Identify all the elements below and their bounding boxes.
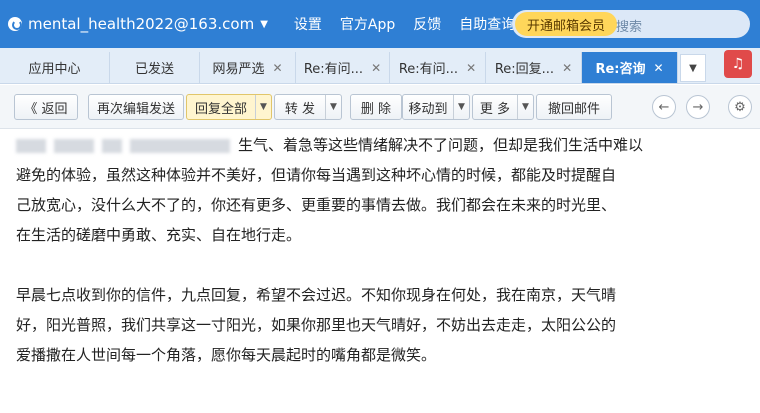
reedit-send-button[interactable]: 再次编辑发送 [88,94,184,120]
tab-label: Re:有问... [303,62,364,77]
music-icon[interactable]: ♫ [724,50,752,78]
tab-re-reply[interactable]: Re:回复... ✕ [486,52,582,83]
chevron-down-icon[interactable]: ▼ [517,95,533,119]
body-line: 避免的体验，虽然这种体验并不美好，但请你每当遇到这种坏心情的时候，都能及时提醒自 [16,166,617,184]
delete-button[interactable]: 删 除 [350,94,402,120]
body-line: 己放宽心，没什么大不了的，你还有更多、更重要的事情去做。我们都会在未来的时光里、 [16,196,617,214]
redacted-text [130,139,230,153]
close-icon[interactable]: ✕ [272,61,282,75]
top-nav: 设置 官方App 反馈 自助查询 [294,14,533,34]
more-label: 更 多 [479,101,511,117]
tab-label: Re:回复... [494,62,555,77]
reply-all-button[interactable]: 回复全部 ▼ [186,94,272,120]
top-header: mental_health2022@163.com ▼ 设置 官方App 反馈 … [0,0,760,48]
close-icon[interactable]: ✕ [653,61,663,75]
mail-toolbar: 《 返回 再次编辑发送 回复全部 ▼ 转 发 ▼ 删 除 移动到 ▼ 更 多 ▼… [0,85,760,129]
redacted-text [54,139,94,153]
search-input[interactable]: 搜索 [616,16,642,35]
body-line: 在生活的磋磨中勇敢、充实、自在地行走。 [16,226,302,244]
tab-re-question-2[interactable]: Re:有问... ✕ [390,52,486,83]
tab-sent[interactable]: 已发送 [110,52,200,83]
chevron-down-icon[interactable]: ▼ [325,95,341,119]
tab-overflow-button[interactable]: ▼ [680,54,706,82]
tab-app-center[interactable]: 应用中心 [0,52,110,83]
recall-button[interactable]: 撤回邮件 [536,94,612,120]
mail-body: 生气、着急等这些情绪解决不了问题，但却是我们生活中难以 避免的体验，虽然这种体验… [16,130,746,413]
tab-label: Re:咨询 [595,62,646,77]
body-line: 爱播撒在人世间每一个角落，愿你每天晨起时的嘴角都是微笑。 [16,346,437,364]
tab-re-question-1[interactable]: Re:有问... ✕ [296,52,390,83]
more-button[interactable]: 更 多 ▼ [472,94,534,120]
reply-all-label: 回复全部 [194,101,247,117]
mail-logo-icon [8,17,22,31]
prev-mail-arrow-icon[interactable]: ← [652,95,676,119]
redacted-text [16,139,46,153]
body-text: 生气、着急等这些情绪解决不了问题，但却是我们生活中难以 [238,136,644,154]
close-icon[interactable]: ✕ [466,61,476,75]
body-line: 好，阳光普照，我们共享这一寸阳光，如果你那里也天气晴好，不妨出去走走，太阳公公的 [16,316,617,334]
nav-settings[interactable]: 设置 [294,14,322,34]
tab-strip: 应用中心 已发送 网易严选 ✕ Re:有问... ✕ Re:有问... ✕ Re… [0,48,760,84]
tab-re-consult[interactable]: Re:咨询 ✕ [582,52,678,83]
search-bar[interactable]: 开通邮箱会员 搜索 [512,10,750,38]
chevron-down-icon[interactable]: ▼ [255,95,271,119]
tab-label: 应用中心 [28,62,81,77]
tab-label: Re:有问... [398,62,459,77]
forward-label: 转 发 [284,101,316,117]
next-mail-arrow-icon[interactable]: → [686,95,710,119]
tab-label: 网易严选 [212,62,265,77]
chevron-down-icon[interactable]: ▼ [260,19,268,30]
gear-icon[interactable]: ⚙ [728,95,752,119]
close-icon[interactable]: ✕ [371,61,381,75]
account-email[interactable]: mental_health2022@163.com [28,15,254,33]
tab-yanxuan[interactable]: 网易严选 ✕ [200,52,296,83]
body-line: 早晨七点收到你的信件，九点回复，希望不会过迟。不知你现身在何处，我在南京，天气晴 [16,286,617,304]
tab-label: 已发送 [134,62,174,77]
nav-self-query[interactable]: 自助查询 [459,14,515,34]
move-to-label: 移动到 [408,101,448,117]
move-to-button[interactable]: 移动到 ▼ [402,94,470,120]
chevron-down-icon: ▼ [689,62,697,74]
forward-button[interactable]: 转 发 ▼ [274,94,342,120]
body-line: 生气、着急等这些情绪解决不了问题，但却是我们生活中难以 [16,130,746,160]
nav-feedback[interactable]: 反馈 [413,14,441,34]
chevron-down-icon[interactable]: ▼ [453,95,469,119]
nav-app[interactable]: 官方App [340,14,395,34]
back-button[interactable]: 《 返回 [14,94,78,120]
close-icon[interactable]: ✕ [562,61,572,75]
vip-upgrade-button[interactable]: 开通邮箱会员 [515,12,618,36]
redacted-text [102,139,122,153]
